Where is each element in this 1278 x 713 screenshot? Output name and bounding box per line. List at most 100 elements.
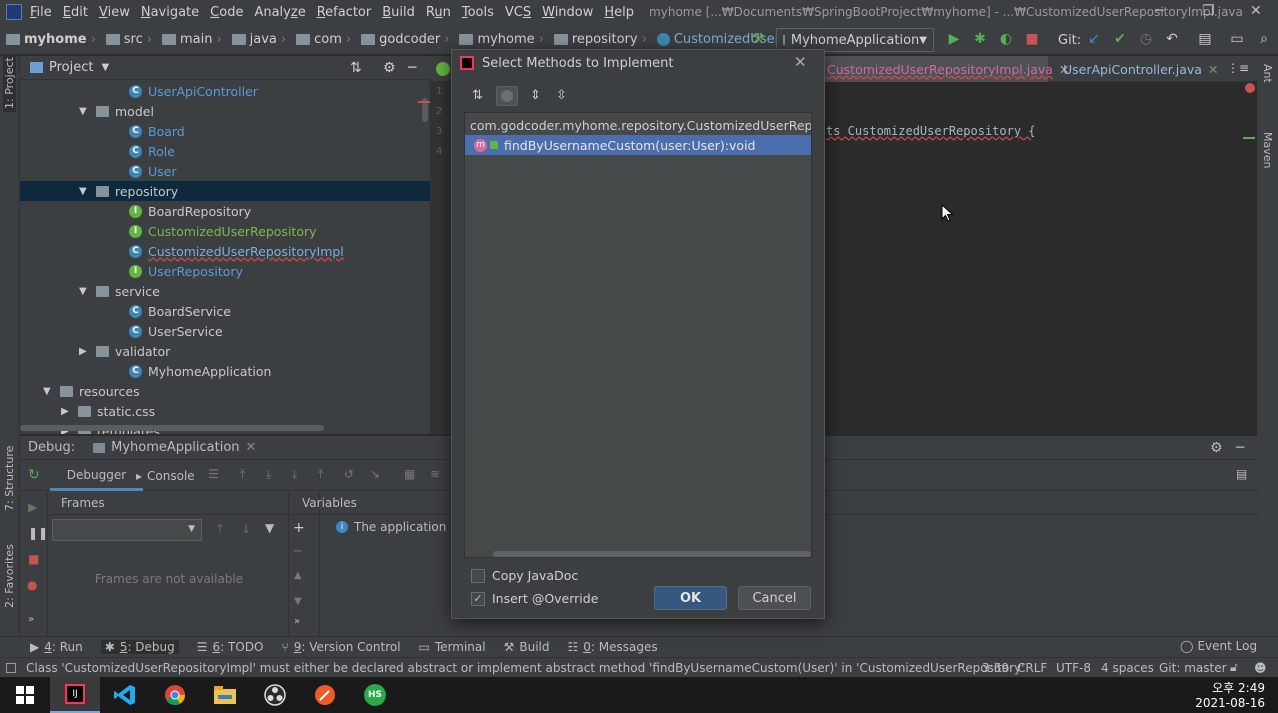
- pause-icon[interactable]: ❚❚: [28, 526, 48, 540]
- collapse-all-icon[interactable]: ⇳: [556, 88, 567, 103]
- collapsed-arrow-icon[interactable]: ▶: [79, 346, 89, 357]
- git-branch[interactable]: Git: master: [1159, 661, 1227, 675]
- presentation-icon[interactable]: ▭: [1229, 31, 1245, 47]
- insert-override-checkbox[interactable]: ✓ Insert @Override: [471, 591, 598, 606]
- postman-taskbar-icon[interactable]: [300, 677, 350, 713]
- debug-session-tab[interactable]: MyhomeApplication: [111, 440, 239, 455]
- tree-folder[interactable]: ▶ static.css: [20, 401, 155, 421]
- horizontal-scrollbar[interactable]: [20, 425, 324, 431]
- rerun-icon[interactable]: ↻: [28, 467, 40, 483]
- methods-tree[interactable]: com.godcoder.myhome.repository.Customize…: [464, 112, 812, 558]
- run-icon[interactable]: ▶: [946, 31, 962, 47]
- tree-file[interactable]: C MyhomeApplication: [20, 361, 271, 381]
- tree-file[interactable]: C UserService: [20, 321, 223, 341]
- breadcrumb-item[interactable]: com ›: [290, 32, 351, 47]
- tool-tab[interactable]: ▭ Terminal: [419, 640, 486, 654]
- taskbar-date[interactable]: 2021-08-16: [1195, 696, 1265, 710]
- add-icon[interactable]: +: [293, 520, 305, 536]
- menu-item[interactable]: Edit: [63, 5, 88, 20]
- tool-tab[interactable]: ⚒ Build: [504, 640, 550, 654]
- layout-icon[interactable]: ▤: [1236, 467, 1247, 481]
- vscode-taskbar-icon[interactable]: [100, 677, 150, 713]
- event-log-tab[interactable]: ◯ Event Log: [1180, 639, 1257, 653]
- step-into-icon[interactable]: ⤓: [292, 467, 297, 482]
- trace-icon[interactable]: ≋: [430, 467, 440, 481]
- expand-all-icon[interactable]: ⇕: [530, 88, 541, 103]
- git-commit-icon[interactable]: ✔: [1112, 31, 1128, 47]
- chevron-down-icon[interactable]: ▼: [101, 62, 109, 73]
- favorites-tool-tab[interactable]: 2: Favorites: [3, 544, 16, 608]
- toggle-tool-windows-icon[interactable]: [6, 662, 16, 673]
- inspector-icon[interactable]: ☻: [1254, 661, 1267, 675]
- tree-folder[interactable]: ▼ service: [20, 281, 160, 301]
- windows-start-icon[interactable]: [0, 677, 50, 713]
- line-separator[interactable]: CRLF: [1017, 661, 1047, 675]
- breadcrumb-item[interactable]: myhome ›: [0, 32, 96, 47]
- tool-tab[interactable]: ▶ 4: Run: [30, 640, 83, 654]
- menu-item[interactable]: Window: [542, 5, 593, 20]
- tab-debugger[interactable]: Debugger: [50, 461, 143, 491]
- tree-file[interactable]: C Board: [20, 121, 185, 141]
- close-icon[interactable]: ✕: [246, 440, 257, 455]
- ok-button[interactable]: OK: [654, 586, 727, 610]
- method-row[interactable]: m findByUsernameCustom(user:User):void: [465, 135, 811, 155]
- coverage-icon[interactable]: ◐: [998, 31, 1014, 47]
- maven-tool-tab[interactable]: Maven: [1261, 132, 1274, 168]
- tool-tab[interactable]: ✱ 5: Debug: [100, 640, 179, 654]
- more-icon[interactable]: »: [28, 614, 34, 625]
- show-execution-point-icon[interactable]: ⤒: [240, 467, 245, 482]
- menu-item[interactable]: Navigate: [141, 5, 199, 20]
- menu-lines-icon[interactable]: ☰: [208, 467, 219, 481]
- breadcrumb-item[interactable]: myhome ›: [453, 32, 544, 47]
- tree-file[interactable]: C BoardService: [20, 301, 231, 321]
- caret-position[interactable]: 3:69: [982, 661, 1009, 675]
- run-to-cursor-icon[interactable]: ↘: [370, 467, 380, 481]
- git-update-icon[interactable]: ↙: [1086, 31, 1102, 47]
- menu-item[interactable]: Run: [426, 5, 451, 20]
- breadcrumb-item[interactable]: src ›: [100, 32, 152, 47]
- evaluate-icon[interactable]: ▦: [404, 467, 415, 481]
- more-icon[interactable]: »: [294, 616, 300, 627]
- menu-item[interactable]: VCS: [505, 5, 531, 20]
- sort-alpha-icon[interactable]: ⇅: [472, 88, 483, 103]
- hide-panel-icon[interactable]: ─: [1236, 440, 1244, 456]
- file-explorer-taskbar-icon[interactable]: [200, 677, 250, 713]
- restore-icon[interactable]: ❐: [1202, 3, 1215, 19]
- build-hammer-icon[interactable]: ⚒: [750, 31, 766, 47]
- error-indicator-icon[interactable]: [1245, 83, 1255, 93]
- collapsed-arrow-icon[interactable]: ▶: [61, 406, 71, 417]
- tree-file[interactable]: C Role: [20, 141, 175, 161]
- tab-user-api-controller[interactable]: UserApiController.java ✕: [1058, 56, 1218, 82]
- menu-item[interactable]: View: [99, 5, 130, 20]
- ant-tool-tab[interactable]: Ant: [1261, 64, 1274, 83]
- expanded-arrow-icon[interactable]: ▼: [79, 106, 89, 117]
- up-icon[interactable]: ▲: [294, 570, 302, 581]
- copy-javadoc-checkbox[interactable]: Copy JavaDoc: [471, 568, 578, 583]
- stop-icon[interactable]: ■: [28, 552, 39, 566]
- view-breakpoints-icon[interactable]: ●: [27, 578, 37, 592]
- debug-icon[interactable]: ✱: [972, 31, 988, 47]
- gear-icon[interactable]: ⚙: [1210, 440, 1223, 456]
- lock-icon[interactable]: 🔓︎: [1230, 660, 1238, 675]
- code-line[interactable]: ts CustomizedUserRepository {: [826, 124, 1036, 138]
- history-icon[interactable]: ◷: [1138, 31, 1154, 47]
- menu-item[interactable]: Analyze: [254, 5, 305, 20]
- down-icon[interactable]: ▼: [294, 596, 302, 607]
- project-title[interactable]: Project: [49, 60, 93, 75]
- tool-tab[interactable]: ☰ 6: TODO: [197, 640, 264, 654]
- tree-folder[interactable]: ▼ repository: [20, 181, 430, 201]
- tree-folder[interactable]: ▼ model: [20, 101, 154, 121]
- tree-file[interactable]: I UserRepository: [20, 261, 243, 281]
- menu-item[interactable]: Help: [604, 5, 634, 20]
- up-arrow-icon[interactable]: ↑: [215, 522, 225, 536]
- tool-tab[interactable]: ⑂ 9: Version Control: [282, 640, 401, 654]
- structure-tool-tab[interactable]: 7: Structure: [3, 446, 16, 511]
- tab-customized-user-repository-impl[interactable]: CustomizedUserRepositoryImpl.java ✕: [822, 56, 1069, 82]
- obs-taskbar-icon[interactable]: [250, 677, 300, 713]
- filter-icon[interactable]: ▼: [265, 521, 274, 535]
- expanded-arrow-icon[interactable]: ▼: [79, 286, 89, 297]
- file-encoding[interactable]: UTF-8: [1056, 661, 1091, 675]
- drop-frame-icon[interactable]: ↺: [344, 467, 354, 481]
- tree-folder[interactable]: ▶ validator: [20, 341, 170, 361]
- tree-file[interactable]: I CustomizedUserRepository: [20, 221, 317, 241]
